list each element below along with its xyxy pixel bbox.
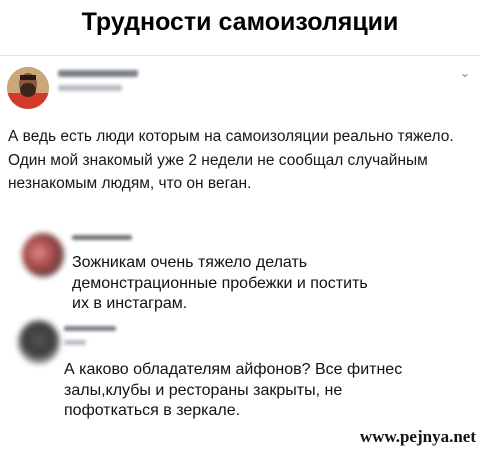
page-title: Трудности самоизоляции [81, 8, 399, 36]
watermark: www.pejnya.net [359, 427, 476, 446]
comment-avatar-blurred[interactable] [18, 320, 60, 364]
comment-meta-blurred [64, 340, 86, 345]
comment-text: А каково обладателям айфонов? Все фитнес… [64, 361, 403, 419]
comment-text: Зожникам очень тяжело делать демонстраци… [72, 254, 368, 312]
post-text: А ведь есть люди которым на самоизоляции… [8, 128, 454, 192]
avatar[interactable] [7, 67, 49, 109]
avatar-image [7, 67, 49, 109]
comment-author-blurred[interactable] [72, 235, 132, 240]
comment-author-blurred[interactable] [64, 326, 116, 331]
author-name-blurred[interactable] [58, 70, 138, 77]
post-card: ⌄ А ведь есть люди которым на самоизоляц… [0, 55, 480, 231]
chevron-down-icon[interactable]: ⌄ [458, 66, 472, 80]
comment-avatar-blurred[interactable] [22, 233, 64, 277]
author-handle-blurred [58, 85, 122, 91]
